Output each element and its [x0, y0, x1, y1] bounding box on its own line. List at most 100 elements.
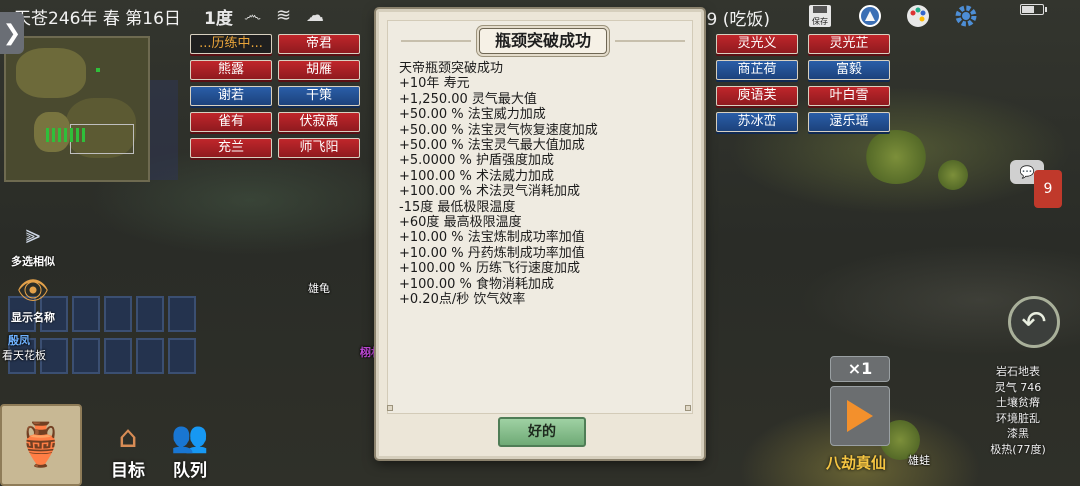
map-creature-label: 雄龟: [308, 282, 330, 295]
name-tag-label: 雀有: [217, 114, 244, 129]
menu-expand-button[interactable]: ❯: [0, 12, 24, 54]
name-tag[interactable]: 灵光芷: [808, 34, 890, 54]
corner-ornament: [387, 405, 393, 411]
queue-icon: 👥: [171, 420, 209, 455]
settings-button[interactable]: [952, 2, 980, 30]
name-tag-label: 帝君: [305, 36, 332, 51]
name-tag[interactable]: 商芷荷: [716, 60, 798, 80]
gourd-button[interactable]: 🏺: [0, 404, 82, 486]
name-tag-label: 干策: [305, 88, 332, 103]
dialog-line: +0.20点/秒 饮气效率: [399, 292, 526, 308]
tree: [864, 130, 928, 184]
name-tag[interactable]: 叶白雪: [808, 86, 890, 106]
save-label: 保存: [812, 16, 828, 26]
dialog-line: +50.00 % 法宝威力加成: [399, 107, 546, 123]
title-divider: [401, 40, 471, 42]
dialog-line: +5.0000 % 护盾强度加成: [399, 153, 554, 169]
wall-block: [72, 338, 100, 374]
name-tag-label: 充兰: [217, 140, 244, 155]
name-tag-label: 灵光义: [737, 36, 777, 51]
dialog-line: 天帝瓶颈突破成功: [399, 61, 504, 76]
name-tag-label: 师飞阳: [299, 140, 339, 155]
name-tag-label: 伏寂离: [299, 114, 339, 129]
multi-select-icon: ⫸: [25, 220, 41, 250]
queue-button[interactable]: 👥 队列: [158, 420, 222, 481]
terrain-info-line: 灵气 746: [994, 380, 1042, 394]
name-tag[interactable]: 富毅: [808, 60, 890, 80]
name-tag[interactable]: 庾语芙: [716, 86, 798, 106]
name-tag-label: 叶白雪: [829, 88, 869, 103]
dialog-line: +50.00 % 法宝灵气恢复速度加成: [399, 122, 598, 138]
gear-icon: [955, 5, 977, 27]
show-names-label: 显示名称: [11, 311, 55, 324]
save-icon: 保存: [809, 5, 831, 27]
target-button[interactable]: ⌂ 目标: [96, 420, 160, 481]
show-names-button[interactable]: 👁 显示名称: [8, 276, 58, 325]
save-button[interactable]: 保存: [806, 2, 834, 30]
name-tag-label: 胡雁: [305, 62, 332, 77]
breakthrough-dialog: 瓶颈突破成功 天帝瓶颈突破成功 +10年 寿元 +1,250.00 灵气最大值 …: [376, 9, 704, 459]
name-tag[interactable]: 师飞阳: [278, 138, 360, 158]
compass-button[interactable]: [856, 2, 884, 30]
name-tag-label: 商芷荷: [737, 62, 777, 77]
ok-button[interactable]: 好的: [498, 417, 586, 447]
cloud-icon: ☁: [306, 5, 324, 26]
name-tag-label: 熊露: [217, 62, 244, 77]
undo-arrow-icon: ↶: [1021, 304, 1047, 340]
dialog-line: +10.00 % 丹药炼制成功率加值: [399, 245, 585, 261]
dialog-line: +10年 寿元: [399, 76, 470, 92]
dialog-line: +10.00 % 法宝炼制成功率加值: [399, 230, 585, 246]
name-tag[interactable]: 灵光义: [716, 34, 798, 54]
name-tag[interactable]: 帝君: [278, 34, 360, 54]
wall-block: [168, 338, 196, 374]
name-tag[interactable]: 雀有: [190, 112, 272, 132]
cultivation-stage-label: 八劫真仙: [826, 454, 887, 472]
name-tag[interactable]: 谢若: [190, 86, 272, 106]
character-label: 殷凤: [8, 334, 30, 347]
game-date: 天苍246年 春 第16日: [14, 9, 181, 29]
name-tag-label: 谢若: [217, 88, 244, 103]
name-tag[interactable]: 干策: [278, 86, 360, 106]
terrain-info-line: 土壤贫瘠: [996, 396, 1040, 410]
palette-button[interactable]: [904, 2, 932, 30]
dialog-line: +100.00 % 历练飞行速度加成: [399, 261, 580, 277]
corner-ornament: [685, 405, 691, 411]
speed-toggle-button[interactable]: ×1: [830, 356, 890, 382]
name-tag[interactable]: ...历练中...: [190, 34, 272, 54]
wall-block: [136, 338, 164, 374]
dialog-line: +60度 最高极限温度: [399, 215, 522, 231]
name-tag-label: 庾语芙: [737, 88, 777, 103]
battery-icon: [1020, 4, 1047, 15]
dialog-line: -15度 最低极限温度: [399, 199, 516, 215]
target-label: 目标: [111, 461, 145, 481]
wall-block: [104, 296, 132, 332]
compass-icon: [859, 5, 881, 27]
wall-block: [72, 296, 100, 332]
dialog-line: +100.00 % 食物消耗加成: [399, 276, 554, 292]
map-floor-tile: [150, 80, 178, 180]
message-count-badge[interactable]: 9: [1034, 170, 1062, 208]
play-button[interactable]: [830, 386, 890, 446]
name-tag-label: 富毅: [835, 62, 862, 77]
name-tag-label: ...历练中...: [199, 36, 263, 51]
back-button[interactable]: ↶: [1008, 296, 1060, 348]
name-tag[interactable]: 充兰: [190, 138, 272, 158]
name-tag[interactable]: 熊露: [190, 60, 272, 80]
minimap[interactable]: [4, 36, 150, 182]
wind-swirl-icon: ≋: [276, 5, 292, 26]
name-tag[interactable]: 逯乐瑶: [808, 112, 890, 132]
terrain-info-line: 岩石地表: [996, 365, 1040, 378]
tree: [938, 160, 968, 190]
dialog-title: 瓶颈突破成功: [479, 28, 607, 54]
name-tag[interactable]: 苏冰峦: [716, 112, 798, 132]
name-tag[interactable]: 伏寂离: [278, 112, 360, 132]
multi-select-button[interactable]: ⫸ 多选相似: [8, 220, 58, 269]
palette-icon: [907, 5, 929, 27]
name-tag-label: 逯乐瑶: [829, 114, 869, 129]
terrain-info-line: 漆黑: [1007, 427, 1029, 441]
queue-label: 队列: [173, 461, 207, 481]
name-tag[interactable]: 胡雁: [278, 60, 360, 80]
character-action-label: 看天花板: [2, 349, 46, 362]
wall-block: [136, 296, 164, 332]
dialog-line: +1,250.00 灵气最大值: [399, 91, 537, 107]
